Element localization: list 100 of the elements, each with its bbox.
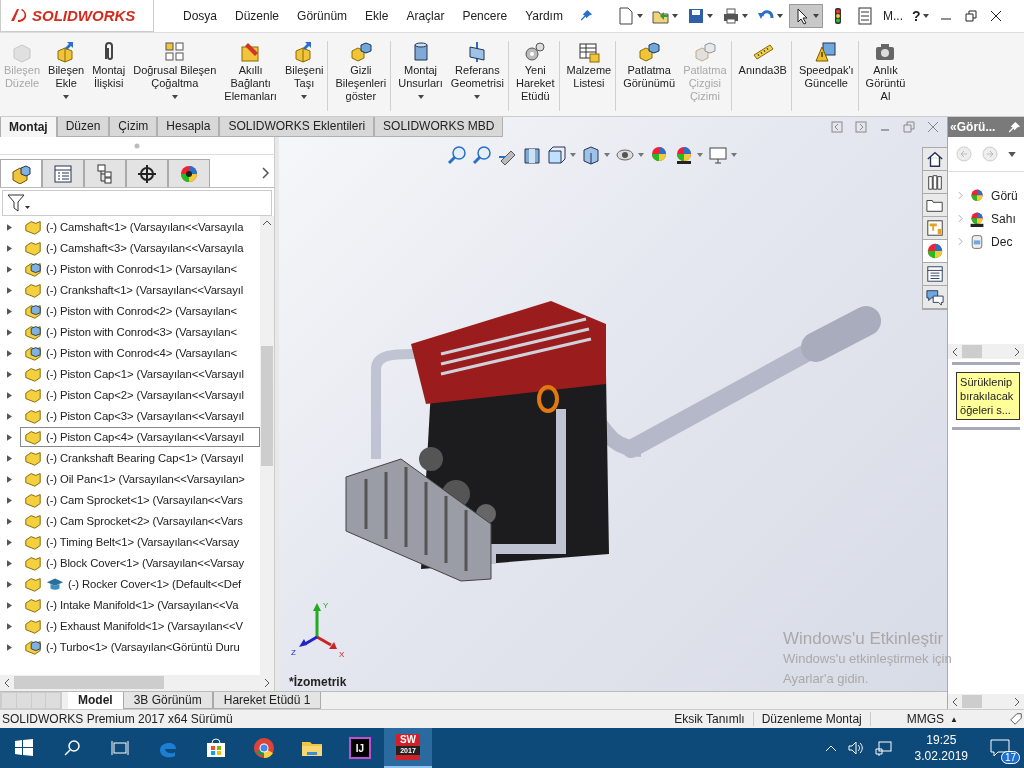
ribbon-button[interactable]: Yeni Hareket Etüdü [512, 40, 560, 111]
chevron-right-icon[interactable] [262, 167, 270, 180]
tree-item[interactable]: (-) Block Cover<1> (Varsayılan<<Varsay [0, 553, 260, 574]
ribbon-button[interactable]: Bileşeni Taşı [280, 40, 329, 111]
expand-arrow-icon[interactable] [7, 643, 12, 651]
ribbon-button[interactable]: Referans Geometrisi [446, 40, 509, 111]
tree-item[interactable]: (-) Exhaust Manifold<1> (Varsayılan<<V [0, 616, 260, 637]
expand-arrow-icon[interactable] [7, 454, 12, 462]
tile-right-icon[interactable] [855, 120, 868, 133]
manager-tab[interactable] [168, 159, 210, 188]
tree-item[interactable]: (-) Piston with Conrod<3> (Varsayılan< [0, 322, 260, 343]
ribbon-button[interactable]: Doğrusal Bileşen Çoğaltma [129, 40, 221, 99]
command-tab[interactable]: SOLIDWORKS Eklentileri [219, 117, 375, 137]
tree-item[interactable]: (-) Piston Cap<2> (Varsayılan<<Varsayıl [0, 385, 260, 406]
windows-start-icon[interactable] [14, 738, 34, 758]
expand-arrow-icon[interactable] [7, 286, 12, 294]
toolbar-button[interactable] [581, 144, 610, 165]
task-pane-item[interactable]: Görü [948, 184, 1024, 208]
expand-arrow-icon[interactable] [7, 433, 12, 441]
pin-icon[interactable] [1008, 120, 1021, 134]
close-icon[interactable] [989, 9, 1002, 22]
splitter-handle-icon[interactable] [134, 142, 140, 149]
ribbon-button[interactable]: Montaj İlişkisi [88, 40, 130, 90]
ribbon-button[interactable]: Anlık Görüntü Al [861, 40, 910, 103]
tree-item[interactable]: (-) Rocker Cover<1> (Default<<Def [0, 574, 260, 595]
task-pane-item[interactable]: Sahı [948, 207, 1024, 231]
ribbon-button[interactable]: Akıllı Bağlantı Elemanları [220, 40, 281, 103]
expand-arrow-icon[interactable] [7, 370, 12, 378]
expand-arrow-icon[interactable] [7, 538, 12, 546]
tree-item[interactable]: (-) Cam Sprocket<2> (Varsayılan<<Vars [0, 511, 260, 532]
network-icon[interactable] [874, 740, 893, 756]
clock-time[interactable]: 19:25 [926, 732, 957, 748]
ribbon-button[interactable]: Montaj Unsurları [394, 40, 447, 99]
ribbon-button[interactable]: Malzeme Listesi [562, 40, 617, 111]
command-tab[interactable]: SOLIDWORKS MBD [374, 117, 504, 137]
expand-arrow-icon[interactable] [7, 349, 12, 357]
tree-item[interactable]: (-) Cam Sprocket<1> (Varsayılan<<Vars [0, 490, 260, 511]
ribbon-button[interactable]: Speedpak'ı Güncelle [794, 40, 859, 111]
ribbon-button[interactable]: Patlatma Görünümü [619, 40, 680, 90]
expand-arrow-icon[interactable] [7, 265, 12, 273]
expand-arrow-icon[interactable] [7, 391, 12, 399]
expand-arrow-icon[interactable] [7, 475, 12, 483]
toolbar-button[interactable] [674, 144, 703, 165]
help-button[interactable]: ? [909, 5, 932, 26]
restore-icon[interactable] [964, 9, 977, 22]
tree-item[interactable]: (-) Turbo<1> (Varsayılan<Görüntü Duru [0, 637, 260, 658]
tree-item[interactable]: (-) Oil Pan<1> (Varsayılan<<Varsayılan> [0, 469, 260, 490]
menu-item[interactable]: Pencere [453, 8, 517, 23]
scrollbar-thumb[interactable] [261, 346, 273, 467]
tree-item[interactable]: (-) Piston with Conrod<4> (Varsayılan< [0, 343, 260, 364]
scroll-left-icon[interactable] [4, 677, 10, 688]
tree-item[interactable]: (-) Piston with Conrod<2> (Varsayılan< [0, 301, 260, 322]
task-pane-item[interactable]: Dec [948, 230, 1024, 254]
ribbon-button[interactable]: Gizli Bileşenleri göster [331, 40, 392, 111]
tree-item[interactable]: (-) Camshaft<3> (Varsayılan<<Varsayıla [0, 238, 260, 259]
scrollbar-thumb[interactable] [14, 676, 164, 690]
tree-item[interactable]: (-) Timing Belt<1> (Varsayılan<<Varsay [0, 532, 260, 553]
expand-arrow-icon[interactable] [7, 412, 12, 420]
manager-tab[interactable] [84, 159, 126, 188]
model-tab[interactable]: Model [68, 691, 123, 710]
expand-arrow-icon[interactable] [7, 601, 12, 609]
chevron-up-icon[interactable] [824, 744, 837, 752]
units-arrow[interactable]: ▲ [950, 714, 958, 724]
filter-icon[interactable] [7, 193, 31, 214]
model-tab[interactable]: Hareket Etüdü 1 [212, 691, 322, 710]
menu-item[interactable]: Yardım [516, 8, 572, 23]
search-icon[interactable] [62, 738, 82, 758]
scroll-right-icon[interactable] [264, 677, 270, 688]
command-tab[interactable]: Düzen [56, 117, 110, 137]
scroll-up-icon[interactable] [262, 220, 272, 227]
tree-item[interactable]: (-) Camshaft<1> (Varsayılan<<Varsayıla [0, 217, 260, 238]
expand-arrow-icon[interactable] [7, 307, 12, 315]
caret-icon[interactable] [1008, 151, 1017, 157]
expand-arrow-icon[interactable] [7, 580, 12, 588]
menu-item[interactable]: Düzenle [226, 8, 289, 23]
expand-arrow-icon[interactable] [7, 517, 12, 525]
expand-arrow-icon[interactable] [7, 328, 12, 336]
speaker-icon[interactable] [846, 740, 865, 756]
task-view-icon[interactable] [110, 738, 130, 758]
tree-item[interactable]: (-) Crankshaft<1> (Varsayılan<<Varsayıl [0, 280, 260, 301]
scroll-right-icon[interactable] [1014, 346, 1020, 357]
tree-item[interactable]: (-) Piston with Conrod<1> (Varsayılan< [0, 259, 260, 280]
tile-left-icon[interactable] [831, 120, 844, 133]
menu-item[interactable]: Ekle [356, 8, 398, 23]
toolbar-button[interactable] [789, 3, 823, 28]
scroll-left-icon[interactable] [952, 346, 959, 357]
tree-item[interactable]: (-) Crankshaft Bearing Cap<1> (Varsayıl [0, 448, 260, 469]
pin-icon[interactable] [579, 9, 593, 23]
command-tab[interactable]: Hesapla [157, 117, 220, 137]
tree-item[interactable]: (-) Intake Manifold<1> (Varsayılan<<Va [0, 595, 260, 616]
expand-arrow-icon[interactable] [7, 496, 12, 504]
scroll-right-icon[interactable] [1014, 696, 1020, 707]
expand-arrow-icon[interactable] [7, 559, 12, 567]
tree-item[interactable]: (-) Piston Cap<3> (Varsayılan<<Varsayıl [0, 406, 260, 427]
manager-tab[interactable] [0, 159, 42, 188]
menu-item[interactable]: Dosya [174, 8, 226, 23]
units-button[interactable]: MMGS [906, 712, 945, 727]
manager-tab[interactable] [126, 159, 168, 188]
tree-item[interactable]: (-) Piston Cap<1> (Varsayılan<<Varsayıl [0, 364, 260, 385]
command-tab[interactable]: Çizim [109, 117, 158, 137]
